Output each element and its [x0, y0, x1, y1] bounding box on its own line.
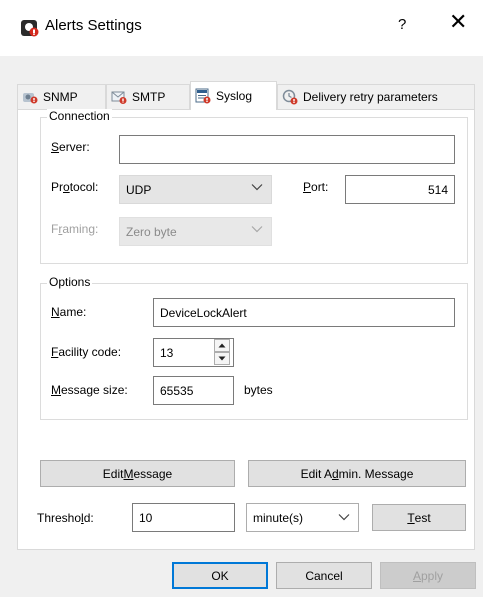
message-size-label: Message size: — [51, 383, 128, 397]
server-input[interactable] — [119, 135, 455, 164]
facility-code-label: Facility code: — [51, 345, 122, 359]
tab-delivery-retry[interactable]: Delivery retry parameters — [277, 84, 475, 109]
tab-syslog-label: Syslog — [216, 89, 253, 103]
name-label: Name: — [51, 305, 87, 319]
message-size-input[interactable] — [153, 376, 234, 405]
edit-admin-message-button[interactable]: Edit Ad min. Message — [248, 460, 466, 487]
title-bar: Alerts Settings ? ✕ — [0, 0, 483, 56]
framing-select: Zero byte — [119, 217, 272, 246]
app-icon — [21, 20, 39, 37]
server-label: Server: — [51, 140, 90, 154]
options-group-legend: Options — [47, 275, 93, 289]
edit-message-button[interactable]: Edit Message — [40, 460, 235, 487]
envelope-icon — [111, 91, 127, 104]
syslog-log-icon — [195, 88, 211, 104]
protocol-label: Protocol: — [51, 180, 99, 194]
ok-button[interactable]: OK — [172, 562, 268, 589]
threshold-unit-select[interactable]: minute(s) — [246, 503, 359, 532]
threshold-input[interactable] — [132, 503, 235, 532]
help-button[interactable]: ? — [398, 16, 406, 33]
facility-spin-up[interactable] — [214, 339, 230, 352]
message-size-unit: bytes — [244, 383, 273, 397]
tab-smtp-label: SMTP — [132, 90, 166, 104]
arrow-down-icon — [218, 356, 226, 361]
snmp-icon — [23, 93, 38, 104]
tab-syslog[interactable]: Syslog — [190, 81, 277, 110]
chevron-down-icon — [251, 226, 263, 233]
name-input[interactable] — [153, 298, 455, 327]
facility-spin-down[interactable] — [214, 352, 230, 365]
close-button[interactable]: ✕ — [449, 11, 467, 33]
framing-select-value: Zero byte — [126, 224, 177, 239]
port-input[interactable] — [345, 175, 455, 204]
chevron-down-icon — [251, 184, 263, 191]
threshold-label: Threshold: — [37, 511, 94, 525]
test-button[interactable]: Test — [372, 504, 466, 531]
tab-snmp-label: SNMP — [43, 90, 78, 104]
apply-button: Apply — [380, 562, 476, 589]
cancel-button[interactable]: Cancel — [276, 562, 372, 589]
protocol-select-value: UDP — [126, 182, 152, 197]
threshold-unit-value: minute(s) — [253, 510, 304, 525]
tab-delivery-retry-label: Delivery retry parameters — [303, 90, 438, 104]
protocol-select[interactable]: UDP — [119, 175, 272, 204]
connection-group-legend: Connection — [47, 109, 112, 123]
arrow-up-icon — [218, 343, 226, 348]
port-label: Port: — [303, 180, 329, 194]
tab-snmp[interactable]: SNMP — [17, 84, 106, 109]
window-title: Alerts Settings — [45, 17, 142, 34]
tab-smtp[interactable]: SMTP — [106, 84, 190, 109]
retry-icon — [282, 89, 298, 105]
framing-label: Framing: — [51, 222, 99, 236]
chevron-down-icon — [338, 514, 350, 521]
